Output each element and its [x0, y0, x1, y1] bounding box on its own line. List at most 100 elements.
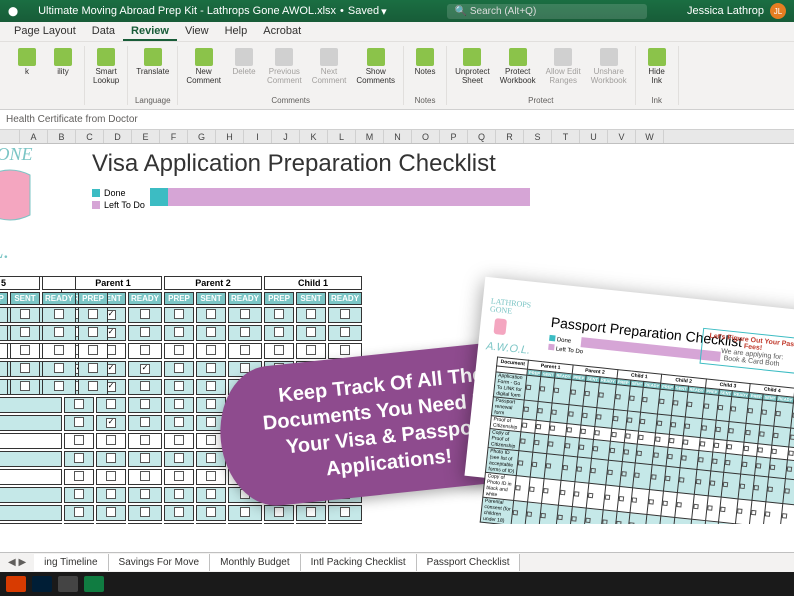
- checkbox-cell[interactable]: [164, 523, 194, 524]
- user-avatar[interactable]: JL: [770, 3, 786, 19]
- checkbox-cell[interactable]: [96, 451, 126, 467]
- col-R[interactable]: R: [496, 130, 524, 143]
- sheet-tab[interactable]: Monthly Budget: [210, 554, 301, 571]
- checkbox-cell[interactable]: [128, 397, 162, 413]
- ribbon-btn-show-comments[interactable]: ShowComments: [352, 46, 399, 88]
- checkbox-cell[interactable]: [228, 325, 262, 341]
- checkbox-cell[interactable]: [328, 325, 362, 341]
- search-box[interactable]: 🔍 Search (Alt+Q): [447, 4, 647, 19]
- checkbox-cell[interactable]: [264, 505, 294, 521]
- checkbox-cell[interactable]: [296, 325, 326, 341]
- checkbox-cell[interactable]: [196, 379, 226, 395]
- col-D[interactable]: D: [104, 130, 132, 143]
- checkbox-cell[interactable]: [96, 523, 126, 524]
- checkbox-cell[interactable]: [128, 361, 162, 377]
- checkbox-cell[interactable]: [96, 487, 126, 503]
- checkbox-cell[interactable]: [196, 505, 226, 521]
- ribbon-tab-help[interactable]: Help: [217, 22, 256, 41]
- ribbon-btn-new-comment[interactable]: NewComment: [182, 46, 225, 88]
- checkbox-cell[interactable]: [64, 415, 94, 431]
- checkbox-cell[interactable]: [128, 379, 162, 395]
- checkbox-cell[interactable]: [128, 343, 162, 359]
- checkbox-cell[interactable]: [128, 523, 162, 524]
- checkbox-cell[interactable]: [264, 307, 294, 323]
- ribbon-btn-k[interactable]: k: [10, 46, 44, 79]
- col-C[interactable]: C: [76, 130, 104, 143]
- col-H[interactable]: H: [216, 130, 244, 143]
- office-icon[interactable]: [6, 576, 26, 592]
- checkbox-cell[interactable]: [96, 397, 126, 413]
- checkbox-cell[interactable]: [296, 343, 326, 359]
- ribbon-tab-review[interactable]: Review: [123, 22, 177, 41]
- checkbox-cell[interactable]: [328, 523, 362, 524]
- checkbox-cell[interactable]: [264, 343, 294, 359]
- ribbon-tab-acrobat[interactable]: Acrobat: [255, 22, 309, 41]
- worksheet[interactable]: S GONE O.L. Visa Application Preparation…: [0, 144, 794, 524]
- ribbon-btn-translate[interactable]: Translate: [132, 46, 173, 79]
- checkbox-cell[interactable]: [196, 469, 226, 485]
- ribbon-btn-ility[interactable]: ility: [46, 46, 80, 79]
- user-name[interactable]: Jessica Lathrop: [687, 5, 764, 17]
- col-K[interactable]: K: [300, 130, 328, 143]
- checkbox-cell[interactable]: [64, 469, 94, 485]
- app-icon[interactable]: [58, 576, 78, 592]
- col-U[interactable]: U: [580, 130, 608, 143]
- checkbox-cell[interactable]: [196, 523, 226, 524]
- col-V[interactable]: V: [608, 130, 636, 143]
- sheet-tab[interactable]: ing Timeline: [34, 554, 108, 571]
- checkbox-cell[interactable]: [264, 523, 294, 524]
- checkbox-cell[interactable]: [64, 397, 94, 413]
- checkbox-cell[interactable]: [296, 505, 326, 521]
- checkbox-cell[interactable]: [64, 433, 94, 449]
- sheet-tab[interactable]: Passport Checklist: [417, 554, 521, 571]
- formula-bar[interactable]: Health Certificate from Doctor: [0, 110, 794, 130]
- checkbox-cell[interactable]: [328, 505, 362, 521]
- checkbox-cell[interactable]: [328, 307, 362, 323]
- checkbox-cell[interactable]: [264, 325, 294, 341]
- ribbon-tab-page-layout[interactable]: Page Layout: [6, 22, 84, 41]
- ribbon-tab-view[interactable]: View: [177, 22, 217, 41]
- col-I[interactable]: I: [244, 130, 272, 143]
- col-M[interactable]: M: [356, 130, 384, 143]
- checkbox-cell[interactable]: [196, 325, 226, 341]
- col-Q[interactable]: Q: [468, 130, 496, 143]
- checkbox-cell[interactable]: [228, 505, 262, 521]
- ribbon-btn-smart-lookup[interactable]: SmartLookup: [89, 46, 123, 88]
- col-N[interactable]: N: [384, 130, 412, 143]
- col-W[interactable]: W: [636, 130, 664, 143]
- col-S[interactable]: S: [524, 130, 552, 143]
- checkbox-cell[interactable]: [164, 325, 194, 341]
- checkbox-cell[interactable]: [128, 415, 162, 431]
- checkbox-cell[interactable]: [64, 523, 94, 524]
- col-B[interactable]: B: [48, 130, 76, 143]
- checkbox-cell[interactable]: [164, 343, 194, 359]
- checkbox-cell[interactable]: [128, 505, 162, 521]
- col-P[interactable]: P: [440, 130, 468, 143]
- checkbox-cell[interactable]: [96, 469, 126, 485]
- ribbon-tab-data[interactable]: Data: [84, 22, 123, 41]
- checkbox-cell[interactable]: [128, 325, 162, 341]
- sheet-tab[interactable]: Intl Packing Checklist: [301, 554, 417, 571]
- checkbox-cell[interactable]: [96, 415, 126, 431]
- ribbon-btn-notes[interactable]: Notes: [408, 46, 442, 79]
- autosave-toggle[interactable]: ⬤: [8, 6, 18, 17]
- checkbox-cell[interactable]: [128, 307, 162, 323]
- checkbox-cell[interactable]: [164, 487, 194, 503]
- sheet-tab[interactable]: Savings For Move: [109, 554, 211, 571]
- checkbox-cell[interactable]: [196, 397, 226, 413]
- col-E[interactable]: E: [132, 130, 160, 143]
- taskbar[interactable]: [0, 572, 794, 596]
- checkbox-cell[interactable]: [228, 343, 262, 359]
- col-J[interactable]: J: [272, 130, 300, 143]
- checkbox-cell[interactable]: [164, 397, 194, 413]
- checkbox-cell[interactable]: [164, 307, 194, 323]
- checkbox-cell[interactable]: [228, 307, 262, 323]
- checkbox-cell[interactable]: [164, 379, 194, 395]
- col-L[interactable]: L: [328, 130, 356, 143]
- checkbox-cell[interactable]: [296, 307, 326, 323]
- checkbox-cell[interactable]: [296, 523, 326, 524]
- checklist-table-child5[interactable]: Child 5READYPREPSENTREADYPREP: [0, 274, 110, 397]
- checkbox-cell[interactable]: [64, 487, 94, 503]
- checkbox-cell[interactable]: [128, 451, 162, 467]
- checkbox-cell[interactable]: [164, 415, 194, 431]
